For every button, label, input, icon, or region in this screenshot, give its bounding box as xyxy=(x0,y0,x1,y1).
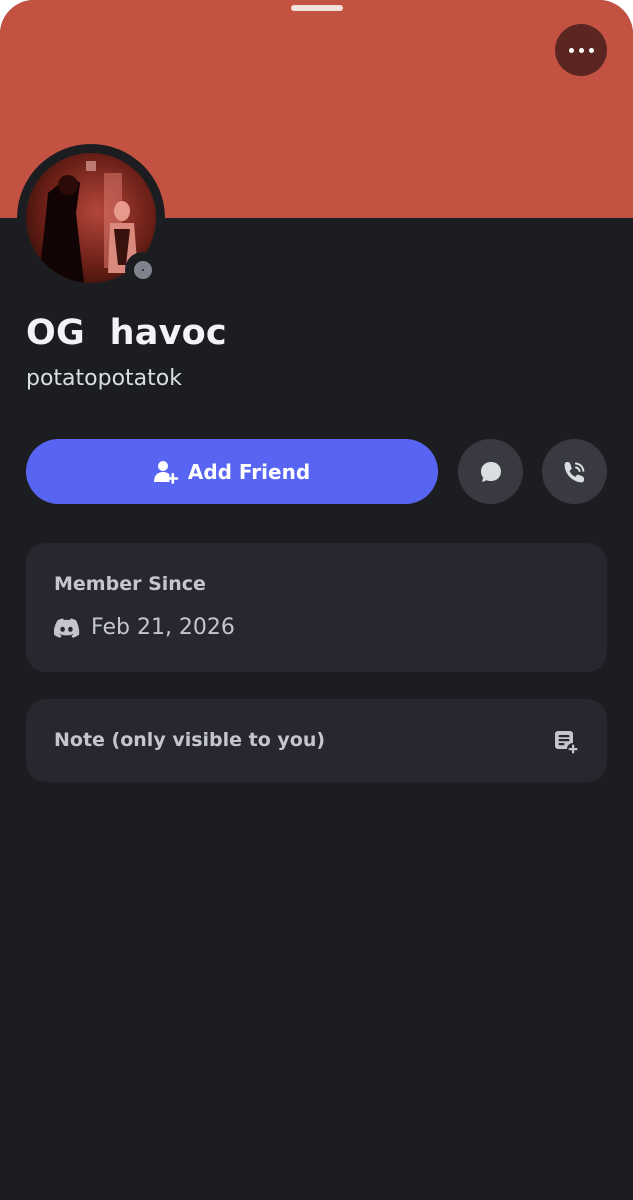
more-icon-dot xyxy=(568,47,574,53)
discord-logo-icon xyxy=(54,618,80,638)
note-card[interactable]: Note (only visible to you) xyxy=(26,699,607,782)
status-indicator xyxy=(125,252,161,288)
more-options-button[interactable] xyxy=(555,24,607,76)
message-button[interactable] xyxy=(458,439,523,504)
chat-bubble-icon xyxy=(480,461,501,482)
member-since-row: Feb 21, 2026 xyxy=(54,615,235,640)
phone-call-icon xyxy=(564,461,584,482)
more-icon-dot xyxy=(588,47,594,53)
add-friend-button[interactable]: Add Friend xyxy=(26,439,438,504)
display-name: OG havoc xyxy=(26,313,227,353)
voice-call-button[interactable] xyxy=(542,439,607,504)
member-since-date: Feb 21, 2026 xyxy=(91,615,235,640)
profile-sheet: OG havoc potatopotatok Add Friend Member… xyxy=(0,0,633,1200)
avatar-container xyxy=(17,144,165,292)
username: potatopotatok xyxy=(26,366,182,391)
add-friend-label: Add Friend xyxy=(187,459,311,484)
add-friend-icon xyxy=(153,460,179,484)
note-add-icon xyxy=(555,731,579,755)
sheet-drag-handle[interactable] xyxy=(291,5,343,11)
member-since-title: Member Since xyxy=(54,573,206,595)
member-since-card: Member Since Feb 21, 2026 xyxy=(26,543,607,672)
offline-status-icon xyxy=(134,261,152,279)
note-label: Note (only visible to you) xyxy=(54,729,326,751)
more-icon-dot xyxy=(578,47,584,53)
